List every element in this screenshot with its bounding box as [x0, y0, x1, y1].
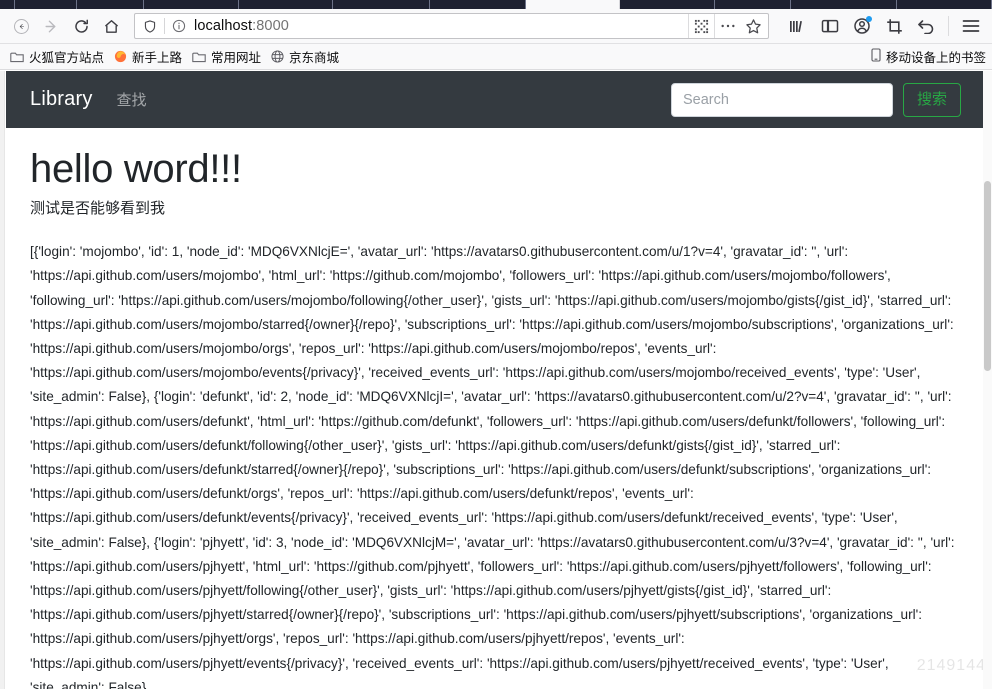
- browser-tab[interactable]: [333, 0, 431, 9]
- site-brand[interactable]: Library: [30, 88, 93, 111]
- browser-tab[interactable]: [715, 0, 792, 9]
- info-icon[interactable]: [172, 19, 194, 33]
- bookmark-label: 新手上路: [132, 51, 183, 65]
- page-title: hello word!!!: [30, 147, 242, 191]
- ellipsis-icon[interactable]: [714, 14, 740, 38]
- main-content: hello word!!! 测试是否能够看到我 [{'login': 'mojo…: [6, 128, 983, 689]
- toolbar-divider: [948, 16, 949, 36]
- bookmark-item[interactable]: 京东商城: [269, 47, 347, 66]
- star-icon[interactable]: [740, 14, 766, 38]
- url-host: localhost: [194, 18, 253, 34]
- back-button[interactable]: [6, 12, 36, 40]
- page-scrollbar[interactable]: [983, 71, 992, 689]
- page-subtitle: 测试是否能够看到我: [30, 200, 166, 218]
- page-left-edge: [0, 71, 5, 689]
- bookmark-item[interactable]: 新手上路: [112, 47, 190, 66]
- reload-button[interactable]: [66, 12, 96, 40]
- shield-icon[interactable]: [143, 19, 164, 34]
- nav-link-find[interactable]: 查找: [117, 89, 147, 110]
- bookmarks-toolbar: 火狐官方站点 新手上路 常用网址 京东商城 移动设备上的书签: [0, 44, 992, 70]
- address-bar[interactable]: localhost:8000: [134, 13, 769, 39]
- library-icon[interactable]: [783, 12, 813, 40]
- browser-tab[interactable]: [239, 0, 333, 9]
- page-content: Library 查找 搜索 hello word!!! 测试是否能够看到我 [{…: [6, 71, 983, 689]
- scrollbar-thumb[interactable]: [984, 181, 991, 371]
- account-notification-dot: [866, 16, 872, 22]
- browser-tab[interactable]: [144, 0, 240, 9]
- bookmark-item[interactable]: 火狐官方站点: [8, 47, 112, 66]
- folder-icon: [10, 51, 24, 63]
- forward-button[interactable]: [36, 12, 66, 40]
- screenshot-icon[interactable]: [879, 12, 909, 40]
- browser-window: localhost:8000 火狐官方站点 新手上路 常用网址 京东商城 移动设…: [0, 0, 992, 689]
- menu-icon[interactable]: [956, 12, 986, 40]
- search-form: 搜索: [670, 82, 961, 117]
- page-viewport: Library 查找 搜索 hello word!!! 测试是否能够看到我 [{…: [0, 71, 992, 689]
- browser-tab[interactable]: [525, 0, 620, 9]
- undo-icon[interactable]: [911, 12, 941, 40]
- search-input[interactable]: [670, 82, 893, 117]
- folder-icon: [192, 51, 206, 63]
- browser-tab[interactable]: [620, 0, 716, 9]
- url-text[interactable]: localhost:8000: [194, 18, 688, 34]
- mobile-bookmarks-label: 移动设备上的书签: [885, 51, 986, 65]
- browser-tab[interactable]: [15, 0, 77, 9]
- browser-tab[interactable]: [0, 0, 15, 9]
- address-divider: [164, 18, 165, 34]
- api-response-text: [{'login': 'mojombo', 'id': 1, 'node_id'…: [30, 244, 955, 689]
- browser-tab-strip[interactable]: [0, 0, 992, 9]
- globe-icon: [271, 50, 284, 63]
- search-button[interactable]: 搜索: [902, 82, 961, 117]
- firefox-icon: [114, 50, 127, 63]
- bookmark-label: 京东商城: [289, 51, 340, 65]
- mobile-icon: [871, 48, 881, 65]
- bookmark-label: 火狐官方站点: [29, 51, 105, 65]
- browser-tool-icons: [775, 12, 986, 40]
- home-button[interactable]: [96, 12, 126, 40]
- browser-tab[interactable]: [897, 0, 992, 9]
- site-navbar: Library 查找 搜索: [6, 71, 983, 128]
- qr-code-icon[interactable]: [688, 14, 714, 38]
- browser-tab[interactable]: [791, 0, 897, 9]
- account-icon[interactable]: [847, 12, 877, 40]
- bookmark-label: 常用网址: [211, 51, 262, 65]
- browser-tab[interactable]: [430, 0, 526, 9]
- bookmark-item[interactable]: 常用网址: [190, 47, 269, 66]
- url-port: :8000: [252, 18, 289, 34]
- sidebar-icon[interactable]: [815, 12, 845, 40]
- browser-tab[interactable]: [77, 0, 144, 9]
- mobile-bookmarks-item[interactable]: 移动设备上的书签: [871, 47, 986, 66]
- browser-toolbar: localhost:8000: [0, 9, 992, 44]
